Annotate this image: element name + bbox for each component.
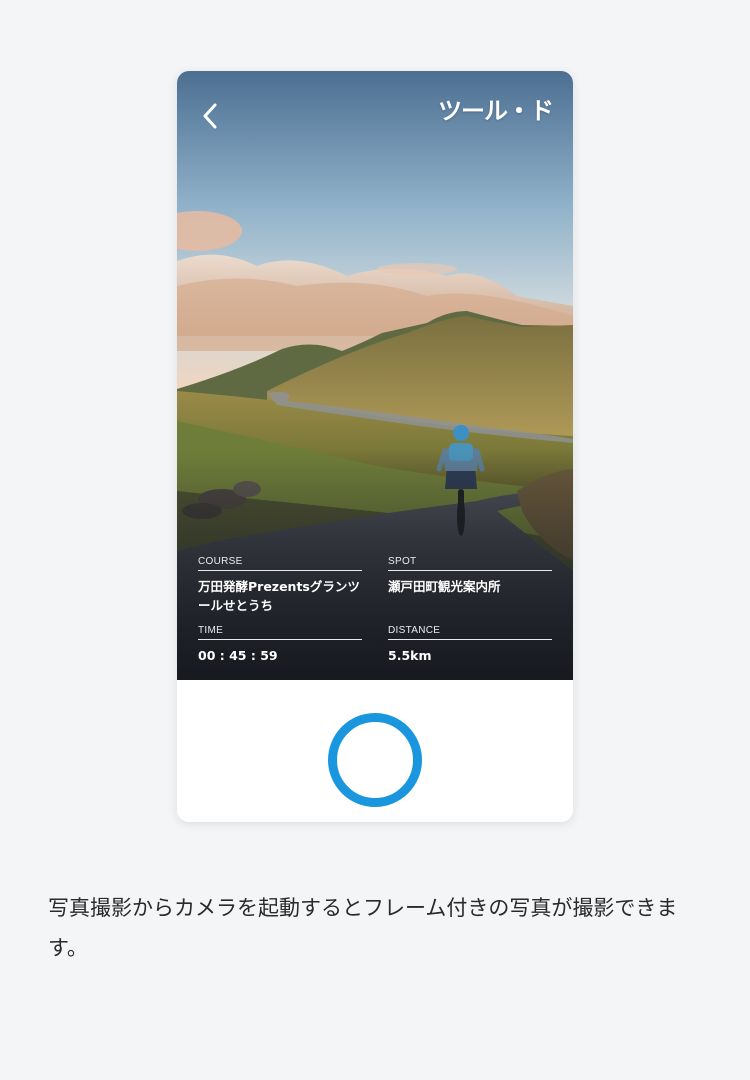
photo-preview: ツール・ド COURSE 万田発酵Prezentsグランツールせとうち SPOT… xyxy=(177,71,573,680)
spot-value: 瀬戸田町観光案内所 xyxy=(388,579,501,594)
chevron-left-icon xyxy=(203,103,217,129)
distance-value: 5.5km xyxy=(388,648,432,663)
time-block: TIME 00 : 45 : 59 xyxy=(198,625,362,665)
course-block: COURSE 万田発酵Prezentsグランツールせとうち xyxy=(198,556,362,615)
time-label: TIME xyxy=(198,625,362,640)
brand-logo: ツール・ド xyxy=(438,97,554,125)
course-label: COURSE xyxy=(198,556,362,571)
description-text: 写真撮影からカメラを起動するとフレーム付きの写真が撮影できます。 xyxy=(48,896,678,960)
time-value: 00 : 45 : 59 xyxy=(198,648,278,663)
shutter-area xyxy=(177,680,573,822)
distance-label: DISTANCE xyxy=(388,625,552,640)
back-button[interactable] xyxy=(195,99,225,133)
camera-frame-preview: ツール・ド COURSE 万田発酵Prezentsグランツールせとうち SPOT… xyxy=(177,71,573,822)
shutter-button[interactable] xyxy=(328,713,422,807)
course-value: 万田発酵Prezentsグランツールせとうち xyxy=(198,579,360,613)
distance-block: DISTANCE 5.5km xyxy=(388,625,552,665)
ride-info-overlay: COURSE 万田発酵Prezentsグランツールせとうち SPOT 瀬戸田町観… xyxy=(177,537,573,680)
spot-block: SPOT 瀬戸田町観光案内所 xyxy=(388,556,552,596)
spot-label: SPOT xyxy=(388,556,552,571)
